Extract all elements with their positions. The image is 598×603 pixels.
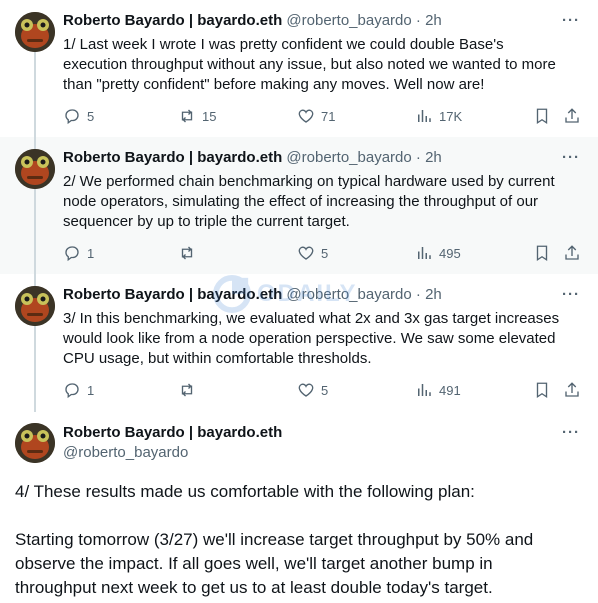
tweet-header: Roberto Bayardo | bayardo.eth @roberto_b… [63, 11, 442, 31]
reply-icon [65, 383, 79, 399]
action-bar: 1 5 495 [63, 243, 583, 263]
tweet-text: 4/ These results made us comfortable wit… [15, 482, 534, 597]
view-count: 17K [439, 108, 463, 124]
author-handle[interactable]: @roberto_bayardo [286, 149, 411, 166]
repost-button[interactable] [178, 380, 202, 400]
heart-icon [298, 246, 314, 260]
bookmark-icon [536, 108, 548, 125]
reply-count: 1 [87, 382, 95, 398]
author-handle[interactable]: @roberto_bayardo [286, 12, 411, 29]
main-tweet[interactable]: Roberto Bayardo | bayardo.eth @roberto_b… [0, 411, 598, 603]
like-count: 71 [321, 108, 336, 124]
analytics-icon [418, 110, 431, 122]
bookmark-icon [536, 245, 548, 262]
views-button[interactable]: 17K [415, 106, 462, 126]
author-name[interactable]: Roberto Bayardo | bayardo.eth [63, 12, 282, 29]
heart-icon [298, 109, 314, 123]
reply-count: 5 [87, 108, 95, 124]
more-options-button[interactable]: ··· [562, 285, 580, 305]
avatar[interactable] [15, 423, 55, 463]
heart-icon [298, 383, 314, 397]
more-options-button[interactable]: ··· [562, 148, 580, 168]
analytics-icon [418, 384, 431, 396]
tweet-1[interactable]: Roberto Bayardo | bayardo.eth @roberto_b… [0, 0, 598, 137]
tweet-text: 3/ In this benchmarking, we evaluated wh… [63, 310, 560, 367]
view-count: 491 [439, 382, 461, 398]
action-bar: 1 5 491 [63, 380, 583, 400]
reply-icon [65, 246, 79, 262]
separator-dot: · [415, 12, 421, 29]
more-options-button[interactable]: ··· [562, 423, 580, 443]
action-bar: 5 15 71 17K [63, 106, 583, 126]
tweet-3[interactable]: Roberto Bayardo | bayardo.eth @roberto_b… [0, 274, 598, 411]
tweet-2[interactable]: Roberto Bayardo | bayardo.eth @roberto_b… [0, 137, 598, 274]
author-name[interactable]: Roberto Bayardo | bayardo.eth [63, 149, 282, 166]
avatar[interactable] [15, 149, 55, 189]
view-count: 495 [439, 245, 461, 261]
tweet-header: Roberto Bayardo | bayardo.eth @roberto_b… [63, 285, 442, 305]
author-name[interactable]: Roberto Bayardo | bayardo.eth [63, 286, 282, 303]
separator-dot: · [415, 149, 421, 166]
bookmark-button[interactable] [533, 106, 551, 126]
views-button[interactable]: 491 [415, 380, 461, 400]
views-button[interactable]: 495 [415, 243, 461, 263]
reply-button[interactable]: 5 [63, 106, 94, 126]
more-options-button[interactable]: ··· [562, 11, 580, 31]
reply-button[interactable]: 1 [63, 380, 94, 400]
repost-icon [181, 383, 193, 397]
reply-count: 1 [87, 245, 95, 261]
like-button[interactable]: 5 [297, 243, 328, 263]
share-button[interactable] [563, 243, 581, 263]
share-icon [565, 245, 579, 260]
like-count: 5 [321, 382, 329, 398]
timestamp[interactable]: 2h [425, 12, 442, 29]
tweet-header: Roberto Bayardo | bayardo.eth @roberto_b… [63, 148, 442, 168]
tweet-text: 1/ Last week I wrote I was pretty confid… [63, 36, 556, 93]
separator-dot: · [415, 286, 421, 303]
reply-button[interactable]: 1 [63, 243, 94, 263]
timestamp[interactable]: 2h [425, 286, 442, 303]
avatar[interactable] [15, 12, 55, 52]
like-count: 5 [321, 245, 329, 261]
timestamp[interactable]: 2h [425, 149, 442, 166]
analytics-icon [418, 247, 431, 259]
like-button[interactable]: 5 [297, 380, 328, 400]
share-button[interactable] [563, 380, 581, 400]
author-handle[interactable]: @roberto_bayardo [63, 443, 188, 463]
bookmark-icon [536, 382, 548, 399]
repost-button[interactable] [178, 243, 202, 263]
repost-icon [181, 109, 193, 123]
share-button[interactable] [563, 106, 581, 126]
author-handle[interactable]: @roberto_bayardo [286, 286, 411, 303]
share-icon [565, 108, 579, 123]
bookmark-button[interactable] [533, 243, 551, 263]
bookmark-button[interactable] [533, 380, 551, 400]
repost-icon [181, 246, 193, 260]
reply-icon [65, 109, 79, 125]
like-button[interactable]: 71 [297, 106, 335, 126]
repost-button[interactable]: 15 [178, 106, 216, 126]
repost-count: 15 [202, 108, 217, 124]
avatar[interactable] [15, 286, 55, 326]
tweet-text: 2/ We performed chain benchmarking on ty… [63, 173, 555, 230]
share-icon [565, 382, 579, 397]
author-name[interactable]: Roberto Bayardo | bayardo.eth [63, 423, 282, 443]
